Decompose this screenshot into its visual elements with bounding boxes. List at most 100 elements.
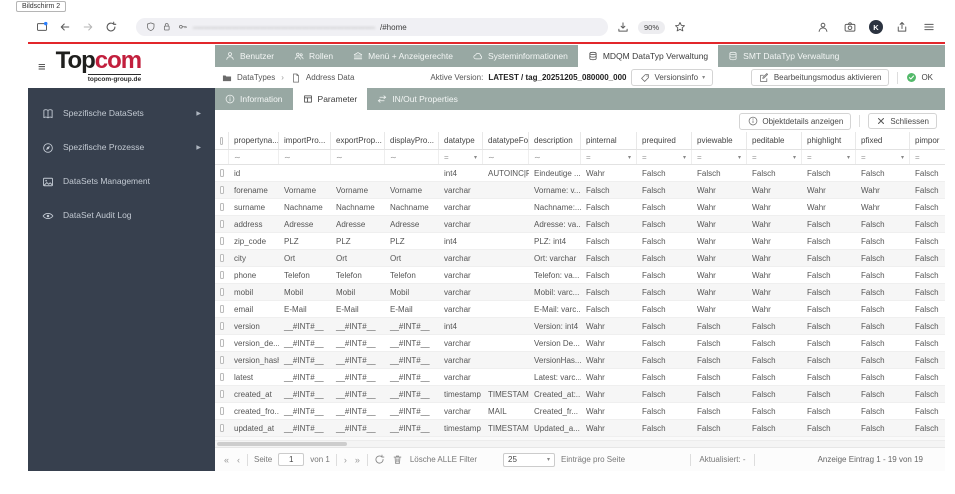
filter-cell-phighlight[interactable]: = ▾ [802, 150, 856, 164]
versionsinfo-label: Versionsinfo [654, 73, 699, 82]
row-checkbox[interactable] [220, 237, 224, 245]
object-details-button[interactable]: Objektdetails anzeigen [739, 112, 852, 130]
page-input[interactable] [278, 453, 305, 466]
sidebar-toggle-icon[interactable]: ≡ [38, 60, 46, 73]
database-icon [728, 51, 739, 62]
next-page-icon[interactable]: › [343, 455, 348, 465]
lock-icon[interactable] [161, 22, 172, 33]
profile-avatar[interactable]: K [869, 20, 883, 34]
column-header-peditable[interactable]: peditable [747, 132, 802, 149]
cell: varchar [444, 406, 471, 416]
column-header-datatype[interactable]: datatype [439, 132, 483, 149]
filter-cell-description[interactable]: ∼ [529, 150, 581, 164]
row-checkbox[interactable] [220, 271, 224, 279]
sidebar-item-datasets-management[interactable]: DataSets Management [28, 164, 215, 198]
row-checkbox[interactable] [220, 254, 224, 262]
edit-mode-button[interactable]: Bearbeitungsmodus aktivieren [750, 69, 890, 86]
filter-cell-displaypro[interactable]: ∼ [385, 150, 439, 164]
shield-icon[interactable] [145, 22, 156, 33]
forward-icon[interactable] [80, 19, 96, 35]
bookmark-star-icon[interactable] [672, 19, 688, 35]
filter-cell-pinternal[interactable]: = ▾ [581, 150, 637, 164]
close-button[interactable]: Schliessen [868, 113, 937, 129]
account-icon[interactable] [815, 19, 831, 35]
column-header-phighlight[interactable]: phighlight [802, 132, 856, 149]
browser-menu-icon[interactable] [921, 19, 937, 35]
row-checkbox[interactable] [220, 356, 224, 364]
sidebar-item-dataset-audit-log[interactable]: DataSet Audit Log [28, 198, 215, 232]
column-header-pinternal[interactable]: pinternal [581, 132, 637, 149]
row-checkbox[interactable] [220, 305, 224, 313]
row-checkbox[interactable] [220, 186, 224, 194]
horizontal-scrollbar[interactable] [215, 441, 945, 447]
column-header-prequired[interactable]: prequired [637, 132, 692, 149]
first-page-icon[interactable]: « [223, 455, 230, 465]
screen-share-icon[interactable] [34, 19, 50, 35]
filter-cell-datatype[interactable]: = ▾ [439, 150, 483, 164]
cell: Falsch [861, 372, 885, 382]
row-select-cell [215, 352, 229, 368]
zoom-level[interactable]: 90% [638, 20, 666, 34]
nav-tab-benutzer[interactable]: Benutzer [215, 45, 284, 67]
tab-parameter[interactable]: Parameter [292, 88, 368, 110]
row-select-cell [215, 335, 229, 351]
url-bar[interactable]: —————————————————————————— /#home [136, 18, 608, 36]
trash-icon[interactable] [392, 454, 404, 466]
share-icon[interactable] [894, 19, 910, 35]
filter-cell-prequired[interactable]: = ▾ [637, 150, 692, 164]
row-checkbox[interactable] [220, 424, 224, 432]
breadcrumb-current[interactable]: Address Data [306, 73, 354, 82]
page-size-select[interactable]: 25 ▾ [503, 452, 555, 467]
row-checkbox[interactable] [220, 288, 224, 296]
filter-cell-propertyna[interactable]: ∼ [229, 150, 279, 164]
row-checkbox[interactable] [220, 339, 224, 347]
prev-page-icon[interactable]: ‹ [236, 455, 241, 465]
last-page-icon[interactable]: » [354, 455, 361, 465]
filter-cell-exportprop[interactable]: ∼ [331, 150, 385, 164]
nav-tab-mdqm-datatyp-verwaltung[interactable]: MDQM DataTyp Verwaltung [577, 45, 719, 67]
scrollbar-thumb[interactable] [217, 442, 347, 446]
sidebar-item-spezifische-datasets[interactable]: Spezifische DataSets ▶ [28, 96, 215, 130]
row-checkbox[interactable] [220, 220, 224, 228]
row-checkbox[interactable] [220, 390, 224, 398]
tab-information[interactable]: Information [215, 88, 293, 110]
select-all-checkbox[interactable] [220, 136, 223, 145]
nav-tab-systeminformationen[interactable]: Systeminformationen [463, 45, 578, 67]
column-header-displaypro[interactable]: displayPro... [385, 132, 439, 149]
filter-cell-pviewable[interactable]: = ▾ [692, 150, 747, 164]
row-checkbox[interactable] [220, 203, 224, 211]
column-header-pfixed[interactable]: pfixed [856, 132, 910, 149]
key-icon[interactable] [177, 22, 188, 33]
column-header-datatypefo[interactable]: datatypeFo... [483, 132, 529, 149]
filter-cell-pfixed[interactable]: = ▾ [856, 150, 910, 164]
row-checkbox[interactable] [220, 407, 224, 415]
column-header-importpro[interactable]: importPro... [279, 132, 331, 149]
versionsinfo-button[interactable]: Versionsinfo ▾ [631, 69, 714, 86]
filter-cell-pimpor[interactable]: =▾ [910, 150, 955, 164]
cell: varchar [444, 304, 471, 314]
column-header-exportprop[interactable]: exportProp... [331, 132, 385, 149]
row-checkbox[interactable] [220, 373, 224, 381]
row-checkbox[interactable] [220, 169, 224, 177]
equals-filter-icon: = [697, 152, 702, 162]
sidebar-item-spezifische-prozesse[interactable]: Spezifische Prozesse ▶ [28, 130, 215, 164]
tab-in-out-properties[interactable]: IN/Out Properties [367, 88, 468, 110]
row-checkbox[interactable] [220, 322, 224, 330]
refresh-icon[interactable] [374, 454, 386, 466]
column-header-description[interactable]: description [529, 132, 581, 149]
nav-tab-rollen[interactable]: Rollen [284, 45, 343, 67]
breadcrumb-root[interactable]: DataTypes [237, 73, 275, 82]
column-header-pimpor[interactable]: pimpor [910, 132, 955, 149]
nav-tab-men-anzeigerechte[interactable]: Menü + Anzeigerechte [343, 45, 463, 67]
filter-cell-datatypefo[interactable]: ∼ [483, 150, 529, 164]
clear-filters-label[interactable]: Lösche ALLE Filter [410, 455, 477, 464]
filter-cell-importpro[interactable]: ∼ [279, 150, 331, 164]
filter-cell-peditable[interactable]: = ▾ [747, 150, 802, 164]
screenshot-camera-icon[interactable] [842, 19, 858, 35]
back-icon[interactable] [57, 19, 73, 35]
save-page-icon[interactable] [615, 19, 631, 35]
column-header-propertyna[interactable]: propertyna... [229, 132, 279, 149]
column-header-pviewable[interactable]: pviewable [692, 132, 747, 149]
reload-icon[interactable] [103, 19, 119, 35]
nav-tab-smt-datatyp-verwaltung[interactable]: SMT DataTyp Verwaltung [718, 45, 849, 67]
